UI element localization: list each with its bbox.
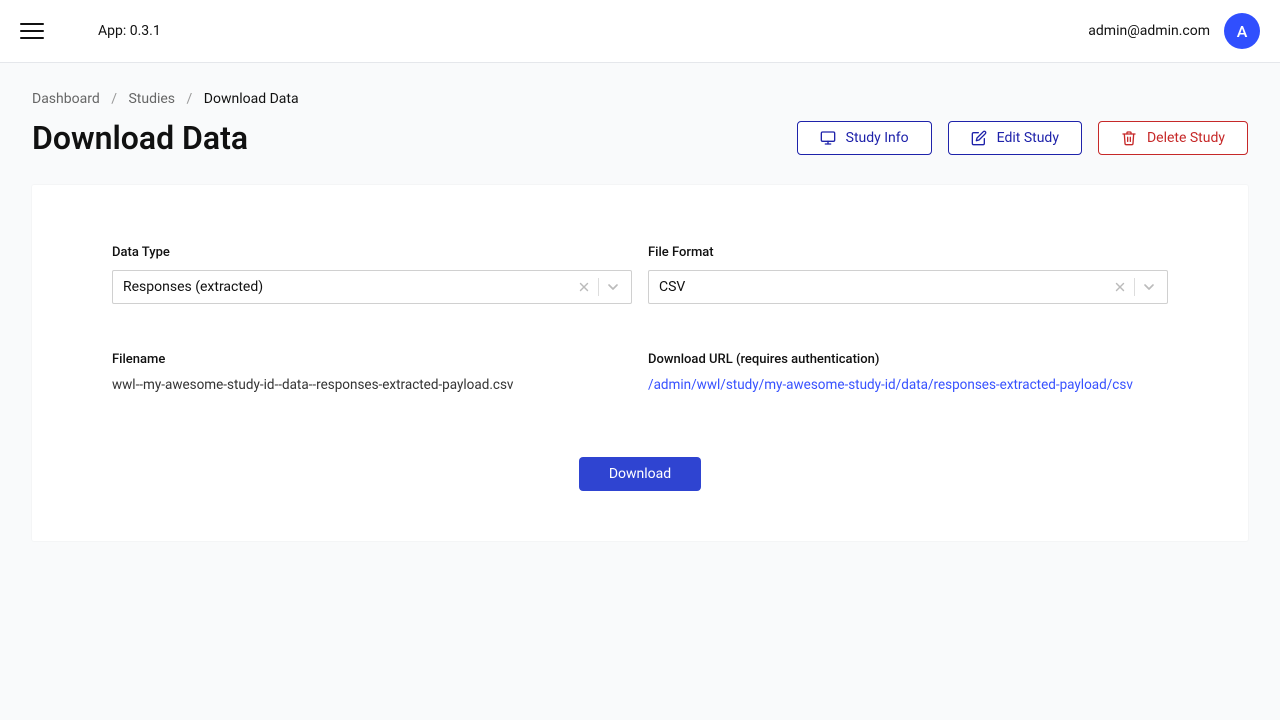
- user-email: admin@admin.com: [1088, 23, 1210, 39]
- breadcrumb-sep: /: [187, 91, 193, 107]
- breadcrumb-current: Download Data: [204, 91, 299, 107]
- breadcrumb-sep: /: [111, 91, 117, 107]
- edit-icon: [971, 130, 987, 146]
- chevron-down-icon[interactable]: [599, 279, 627, 295]
- download-url-link[interactable]: /admin/wwl/study/my-awesome-study-id/dat…: [648, 377, 1133, 393]
- clear-icon[interactable]: [1106, 280, 1134, 294]
- filename-value: wwl--my-awesome-study-id--data--response…: [112, 377, 632, 393]
- edit-study-label: Edit Study: [997, 130, 1059, 146]
- study-info-label: Study Info: [846, 130, 909, 146]
- download-url-label: Download URL (requires authentication): [648, 352, 1168, 367]
- filename-label: Filename: [112, 352, 632, 367]
- filename-field: Filename wwl--my-awesome-study-id--data-…: [112, 352, 632, 393]
- chevron-down-icon[interactable]: [1135, 279, 1163, 295]
- file-format-field: File Format CSV: [648, 245, 1168, 304]
- breadcrumb-dashboard[interactable]: Dashboard: [32, 91, 100, 107]
- download-url-field: Download URL (requires authentication) /…: [648, 352, 1168, 393]
- file-format-label: File Format: [648, 245, 1168, 260]
- data-type-value: Responses (extracted): [123, 279, 570, 295]
- file-format-select[interactable]: CSV: [648, 270, 1168, 304]
- app-version: App: 0.3.1: [98, 23, 161, 39]
- breadcrumb: Dashboard / Studies / Download Data: [32, 91, 1248, 107]
- file-format-value: CSV: [659, 279, 1106, 295]
- edit-study-button[interactable]: Edit Study: [948, 121, 1082, 155]
- download-button-label: Download: [609, 466, 671, 482]
- data-type-label: Data Type: [112, 245, 632, 260]
- monitor-icon: [820, 130, 836, 146]
- menu-icon[interactable]: [20, 19, 44, 43]
- avatar[interactable]: A: [1224, 13, 1260, 49]
- data-type-select[interactable]: Responses (extracted): [112, 270, 632, 304]
- trash-icon: [1121, 130, 1137, 146]
- clear-icon[interactable]: [570, 280, 598, 294]
- delete-study-button[interactable]: Delete Study: [1098, 121, 1248, 155]
- app-header: App: 0.3.1 admin@admin.com A: [0, 0, 1280, 63]
- breadcrumb-studies[interactable]: Studies: [128, 91, 175, 107]
- download-button[interactable]: Download: [579, 457, 701, 491]
- form-grid: Data Type Responses (extracted) File For…: [112, 245, 1168, 393]
- title-row: Download Data Study Info Edit Study Dele…: [32, 119, 1248, 157]
- avatar-letter: A: [1237, 22, 1248, 41]
- download-row: Download: [112, 457, 1168, 491]
- page-body: Dashboard / Studies / Download Data Down…: [0, 63, 1280, 569]
- page-title: Download Data: [32, 119, 797, 157]
- study-info-button[interactable]: Study Info: [797, 121, 932, 155]
- action-buttons: Study Info Edit Study Delete Study: [797, 121, 1248, 155]
- delete-study-label: Delete Study: [1147, 130, 1225, 146]
- download-card: Data Type Responses (extracted) File For…: [32, 185, 1248, 541]
- data-type-field: Data Type Responses (extracted): [112, 245, 632, 304]
